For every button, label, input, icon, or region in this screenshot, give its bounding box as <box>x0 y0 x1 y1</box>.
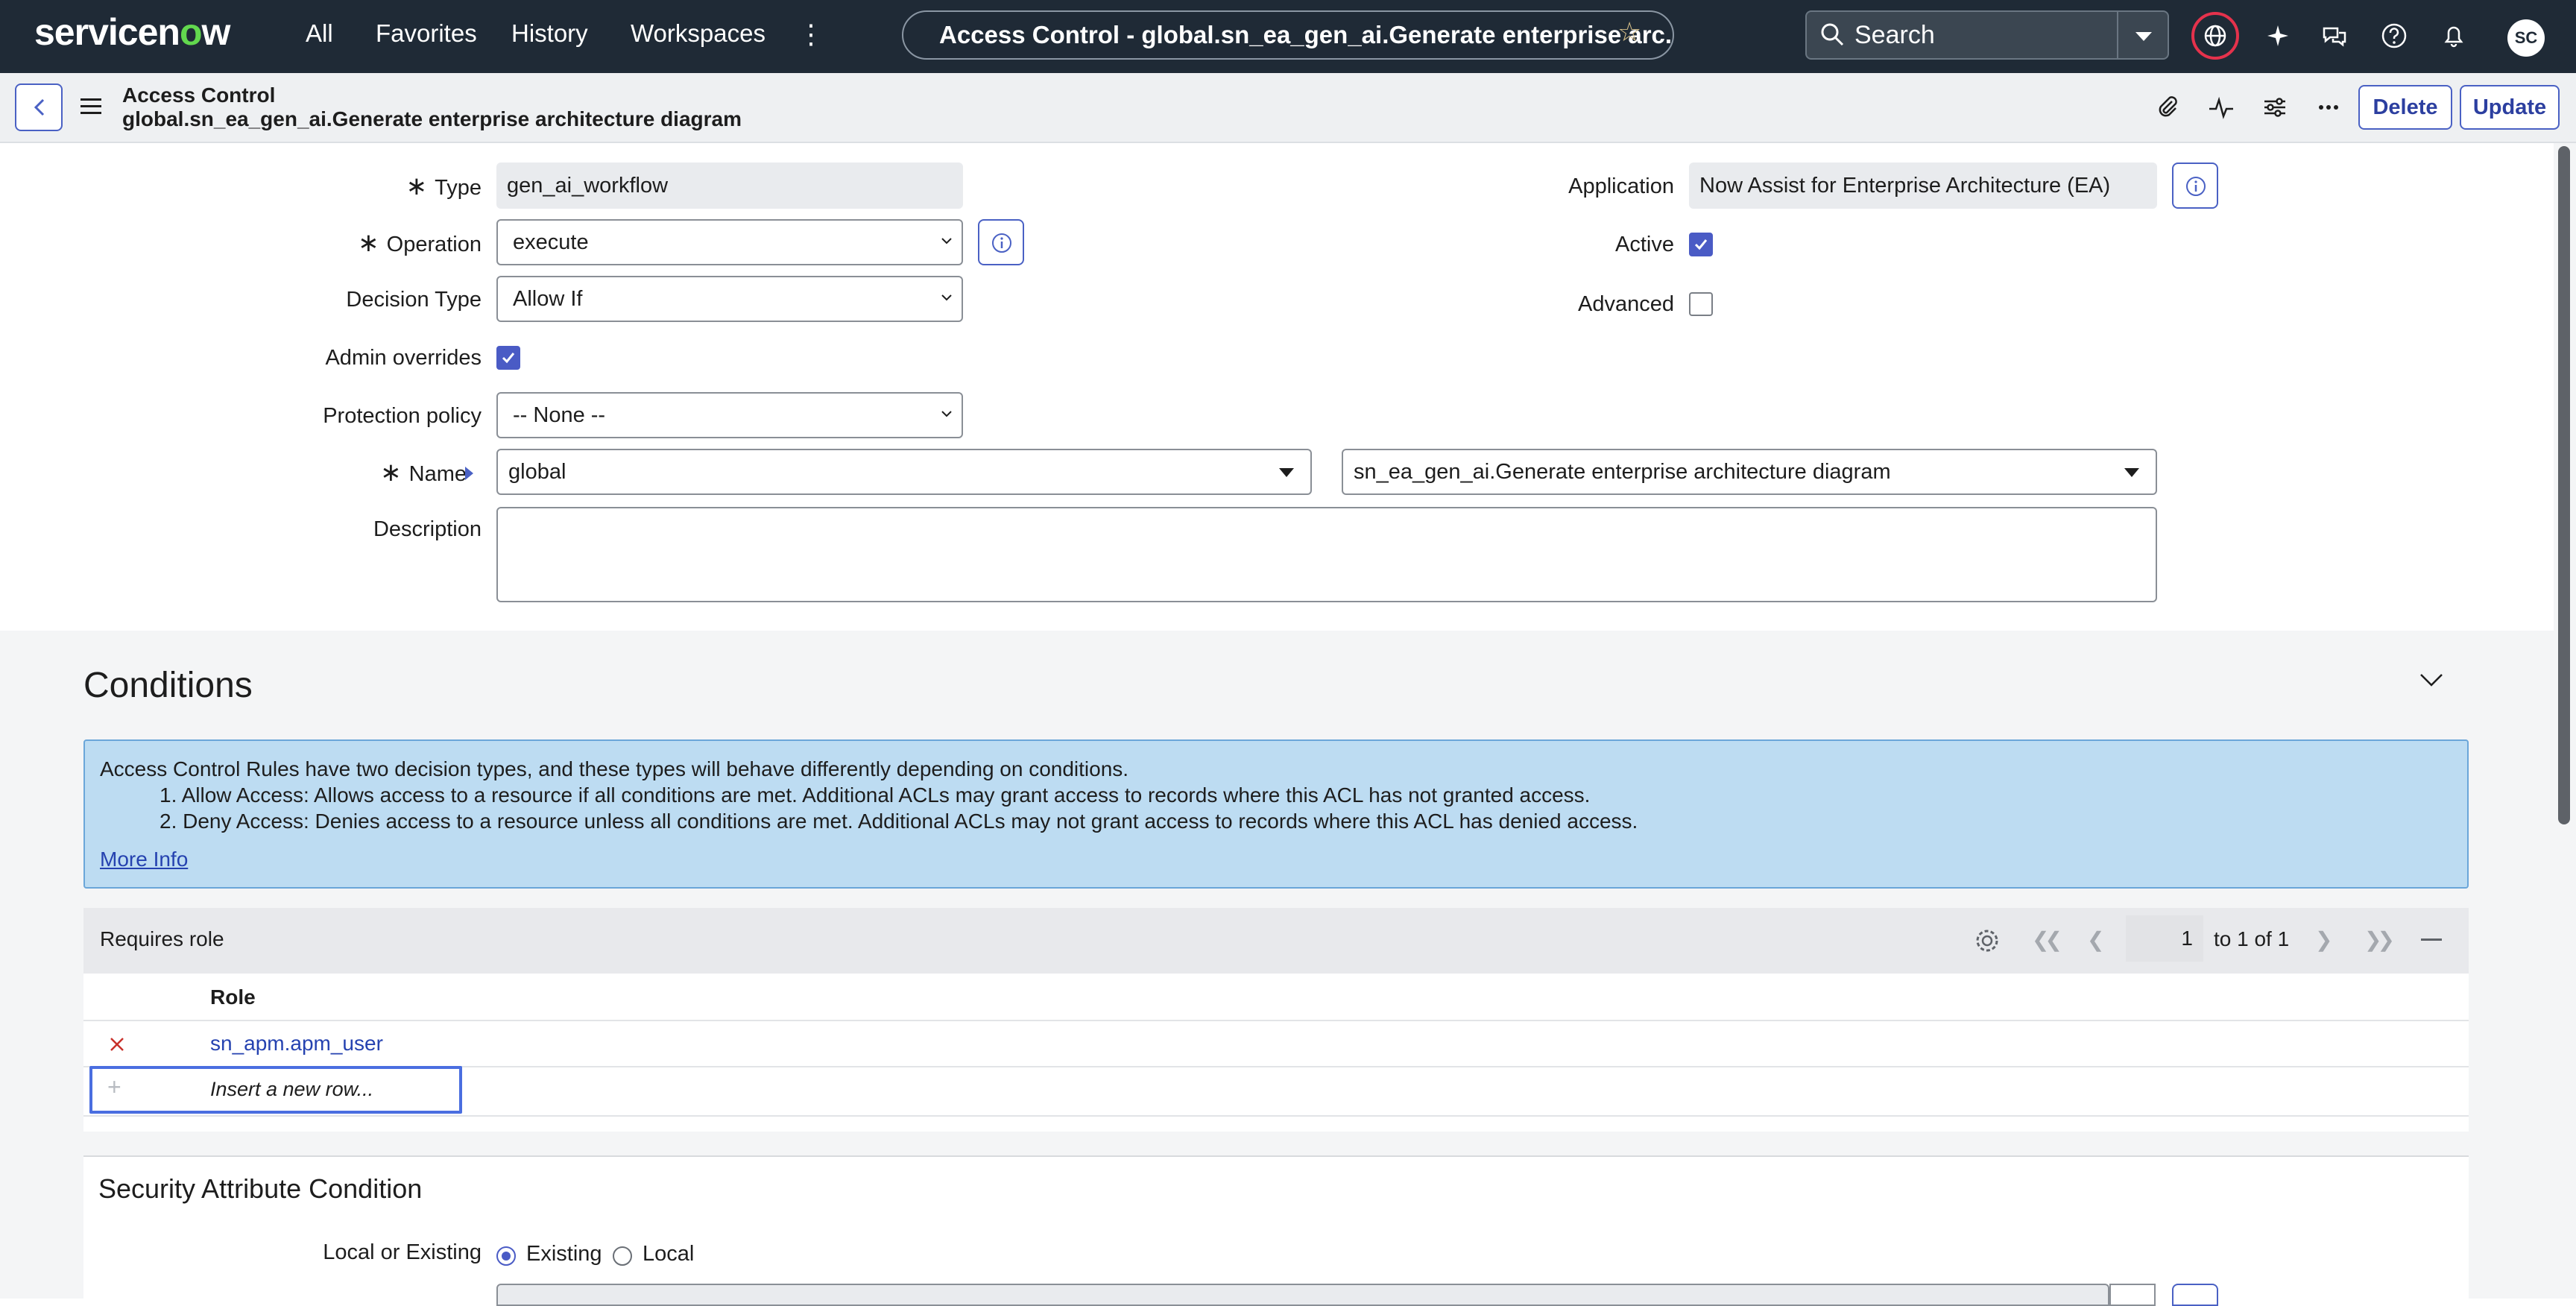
back-button[interactable] <box>15 83 63 131</box>
more-info-link[interactable]: More Info <box>100 848 188 871</box>
advanced-checkbox[interactable] <box>1689 292 1713 316</box>
table-divider <box>83 1115 2469 1117</box>
next-page-icon[interactable]: ❯ <box>2315 927 2332 952</box>
settings-sliders-icon[interactable] <box>2260 92 2290 122</box>
requires-role-list-header <box>83 908 2469 974</box>
local-radio[interactable] <box>613 1246 632 1266</box>
type-field[interactable]: gen_ai_workflow <box>496 163 963 209</box>
info-text-line: 1. Allow Access: Allows access to a reso… <box>160 783 1591 807</box>
nav-workspaces[interactable]: Workspaces <box>631 19 765 48</box>
name-label: ∗ Name <box>380 458 467 487</box>
security-attribute-field[interactable] <box>496 1284 2109 1306</box>
column-header-role[interactable]: Role <box>210 985 256 1009</box>
chevron-left-icon <box>34 98 45 116</box>
decision-type-select[interactable]: Allow If <box>496 276 963 322</box>
servicenow-logo[interactable]: servicenow <box>34 10 230 54</box>
security-attribute-title: Security Attribute Condition <box>98 1173 423 1204</box>
list-settings-gear-icon[interactable] <box>1974 927 2001 954</box>
previous-page-icon[interactable]: ❮ <box>2087 927 2104 952</box>
update-button[interactable]: Update <box>2460 85 2560 130</box>
advanced-label: Advanced <box>1578 292 1674 316</box>
nav-more-icon[interactable]: ⋮ <box>798 19 824 49</box>
name-value-dropdown[interactable]: sn_ea_gen_ai.Generate enterprise archite… <box>1342 449 2157 495</box>
application-info-button[interactable] <box>2172 163 2218 209</box>
sparkle-icon[interactable] <box>2263 21 2293 51</box>
table-divider <box>83 1020 2469 1021</box>
activity-pulse-icon[interactable] <box>2206 92 2236 122</box>
required-asterisk-icon: ∗ <box>380 458 402 487</box>
security-attribute-info-button[interactable] <box>2172 1284 2218 1306</box>
admin-overrides-label: Admin overrides <box>325 346 482 370</box>
add-row-plus-icon[interactable]: + <box>107 1073 121 1101</box>
conditions-info-banner: Access Control Rules have two decision t… <box>83 739 2469 889</box>
chevron-down-icon <box>941 294 952 301</box>
user-avatar[interactable]: SC <box>2507 19 2545 57</box>
context-menu-icon[interactable] <box>80 98 101 119</box>
type-label: ∗ Type <box>405 172 482 201</box>
required-asterisk-icon: ∗ <box>358 229 379 257</box>
info-text-line: 2. Deny Access: Denies access to a resou… <box>160 810 1638 833</box>
info-icon <box>2186 177 2206 196</box>
favorite-star-icon[interactable]: ☆ <box>1617 16 1641 48</box>
name-scope-dropdown[interactable]: global <box>496 449 1312 495</box>
last-page-icon[interactable]: ❯❯ <box>2364 927 2395 952</box>
insert-new-row-text[interactable]: Insert a new row... <box>210 1078 373 1101</box>
protection-policy-label: Protection policy <box>323 404 482 428</box>
name-expand-triangle-icon[interactable] <box>465 467 473 480</box>
dropdown-arrow-icon <box>1279 468 1294 477</box>
conditions-title: Conditions <box>83 666 253 705</box>
checkmark-icon <box>1694 239 1708 250</box>
security-attribute-section <box>83 1155 2469 1299</box>
global-search-input[interactable]: Search <box>1805 10 2118 60</box>
application-label: Application <box>1568 174 1674 198</box>
local-radio-label[interactable]: Local <box>643 1242 694 1266</box>
page-number-input[interactable]: 1 <box>2126 915 2203 962</box>
dropdown-arrow-icon <box>2124 468 2139 477</box>
operation-label: ∗ Operation <box>358 229 482 257</box>
description-textarea[interactable] <box>496 507 2157 602</box>
active-checkbox[interactable] <box>1689 233 1713 256</box>
record-title-pill[interactable]: Access Control - global.sn_ea_gen_ai.Gen… <box>902 10 1674 60</box>
globe-icon[interactable] <box>2191 12 2239 60</box>
existing-radio-label[interactable]: Existing <box>526 1242 602 1266</box>
operation-info-button[interactable] <box>978 219 1024 265</box>
chevron-down-icon <box>941 238 952 245</box>
info-text-line: Access Control Rules have two decision t… <box>100 757 1129 780</box>
search-scope-dropdown[interactable] <box>2118 10 2169 60</box>
nav-all[interactable]: All <box>306 19 333 48</box>
admin-overrides-checkbox[interactable] <box>496 346 520 370</box>
chat-icon[interactable] <box>2320 21 2349 51</box>
checkmark-icon <box>502 353 515 364</box>
application-field[interactable]: Now Assist for Enterprise Architecture (… <box>1689 163 2157 209</box>
chevron-down-icon <box>941 411 952 417</box>
collapse-chevron-icon[interactable] <box>2418 671 2445 689</box>
pagination-text: to 1 of 1 <box>2214 927 2290 950</box>
required-asterisk-icon: ∗ <box>405 172 428 201</box>
help-icon[interactable] <box>2379 21 2409 51</box>
role-link[interactable]: sn_apm.apm_user <box>210 1032 383 1056</box>
record-title: Access Control global.sn_ea_gen_ai.Genera… <box>122 83 742 130</box>
delete-row-x-icon[interactable] <box>109 1036 125 1053</box>
collapse-list-minus-icon[interactable] <box>2421 939 2442 941</box>
operation-select[interactable]: execute <box>496 219 963 265</box>
decision-type-label: Decision Type <box>346 288 482 312</box>
delete-button[interactable]: Delete <box>2358 85 2452 130</box>
chevron-down-icon <box>2135 32 2152 41</box>
search-icon <box>1821 23 1844 46</box>
notifications-bell-icon[interactable] <box>2439 21 2469 51</box>
active-label: Active <box>1615 233 1674 256</box>
description-label: Description <box>373 517 482 541</box>
nav-history[interactable]: History <box>511 19 588 48</box>
security-attribute-lookup-button[interactable] <box>2109 1284 2156 1306</box>
first-page-icon[interactable]: ❮❮ <box>2032 927 2062 952</box>
attachment-paperclip-icon[interactable] <box>2153 92 2182 122</box>
nav-favorites[interactable]: Favorites <box>376 19 477 48</box>
local-or-existing-label: Local or Existing <box>323 1240 482 1264</box>
info-icon <box>992 233 1011 253</box>
requires-role-title: Requires role <box>100 927 224 950</box>
page-scrollbar-thumb[interactable] <box>2558 146 2570 824</box>
protection-policy-select[interactable]: -- None -- <box>496 392 963 438</box>
more-options-icon[interactable] <box>2314 92 2343 122</box>
existing-radio[interactable] <box>496 1246 516 1266</box>
